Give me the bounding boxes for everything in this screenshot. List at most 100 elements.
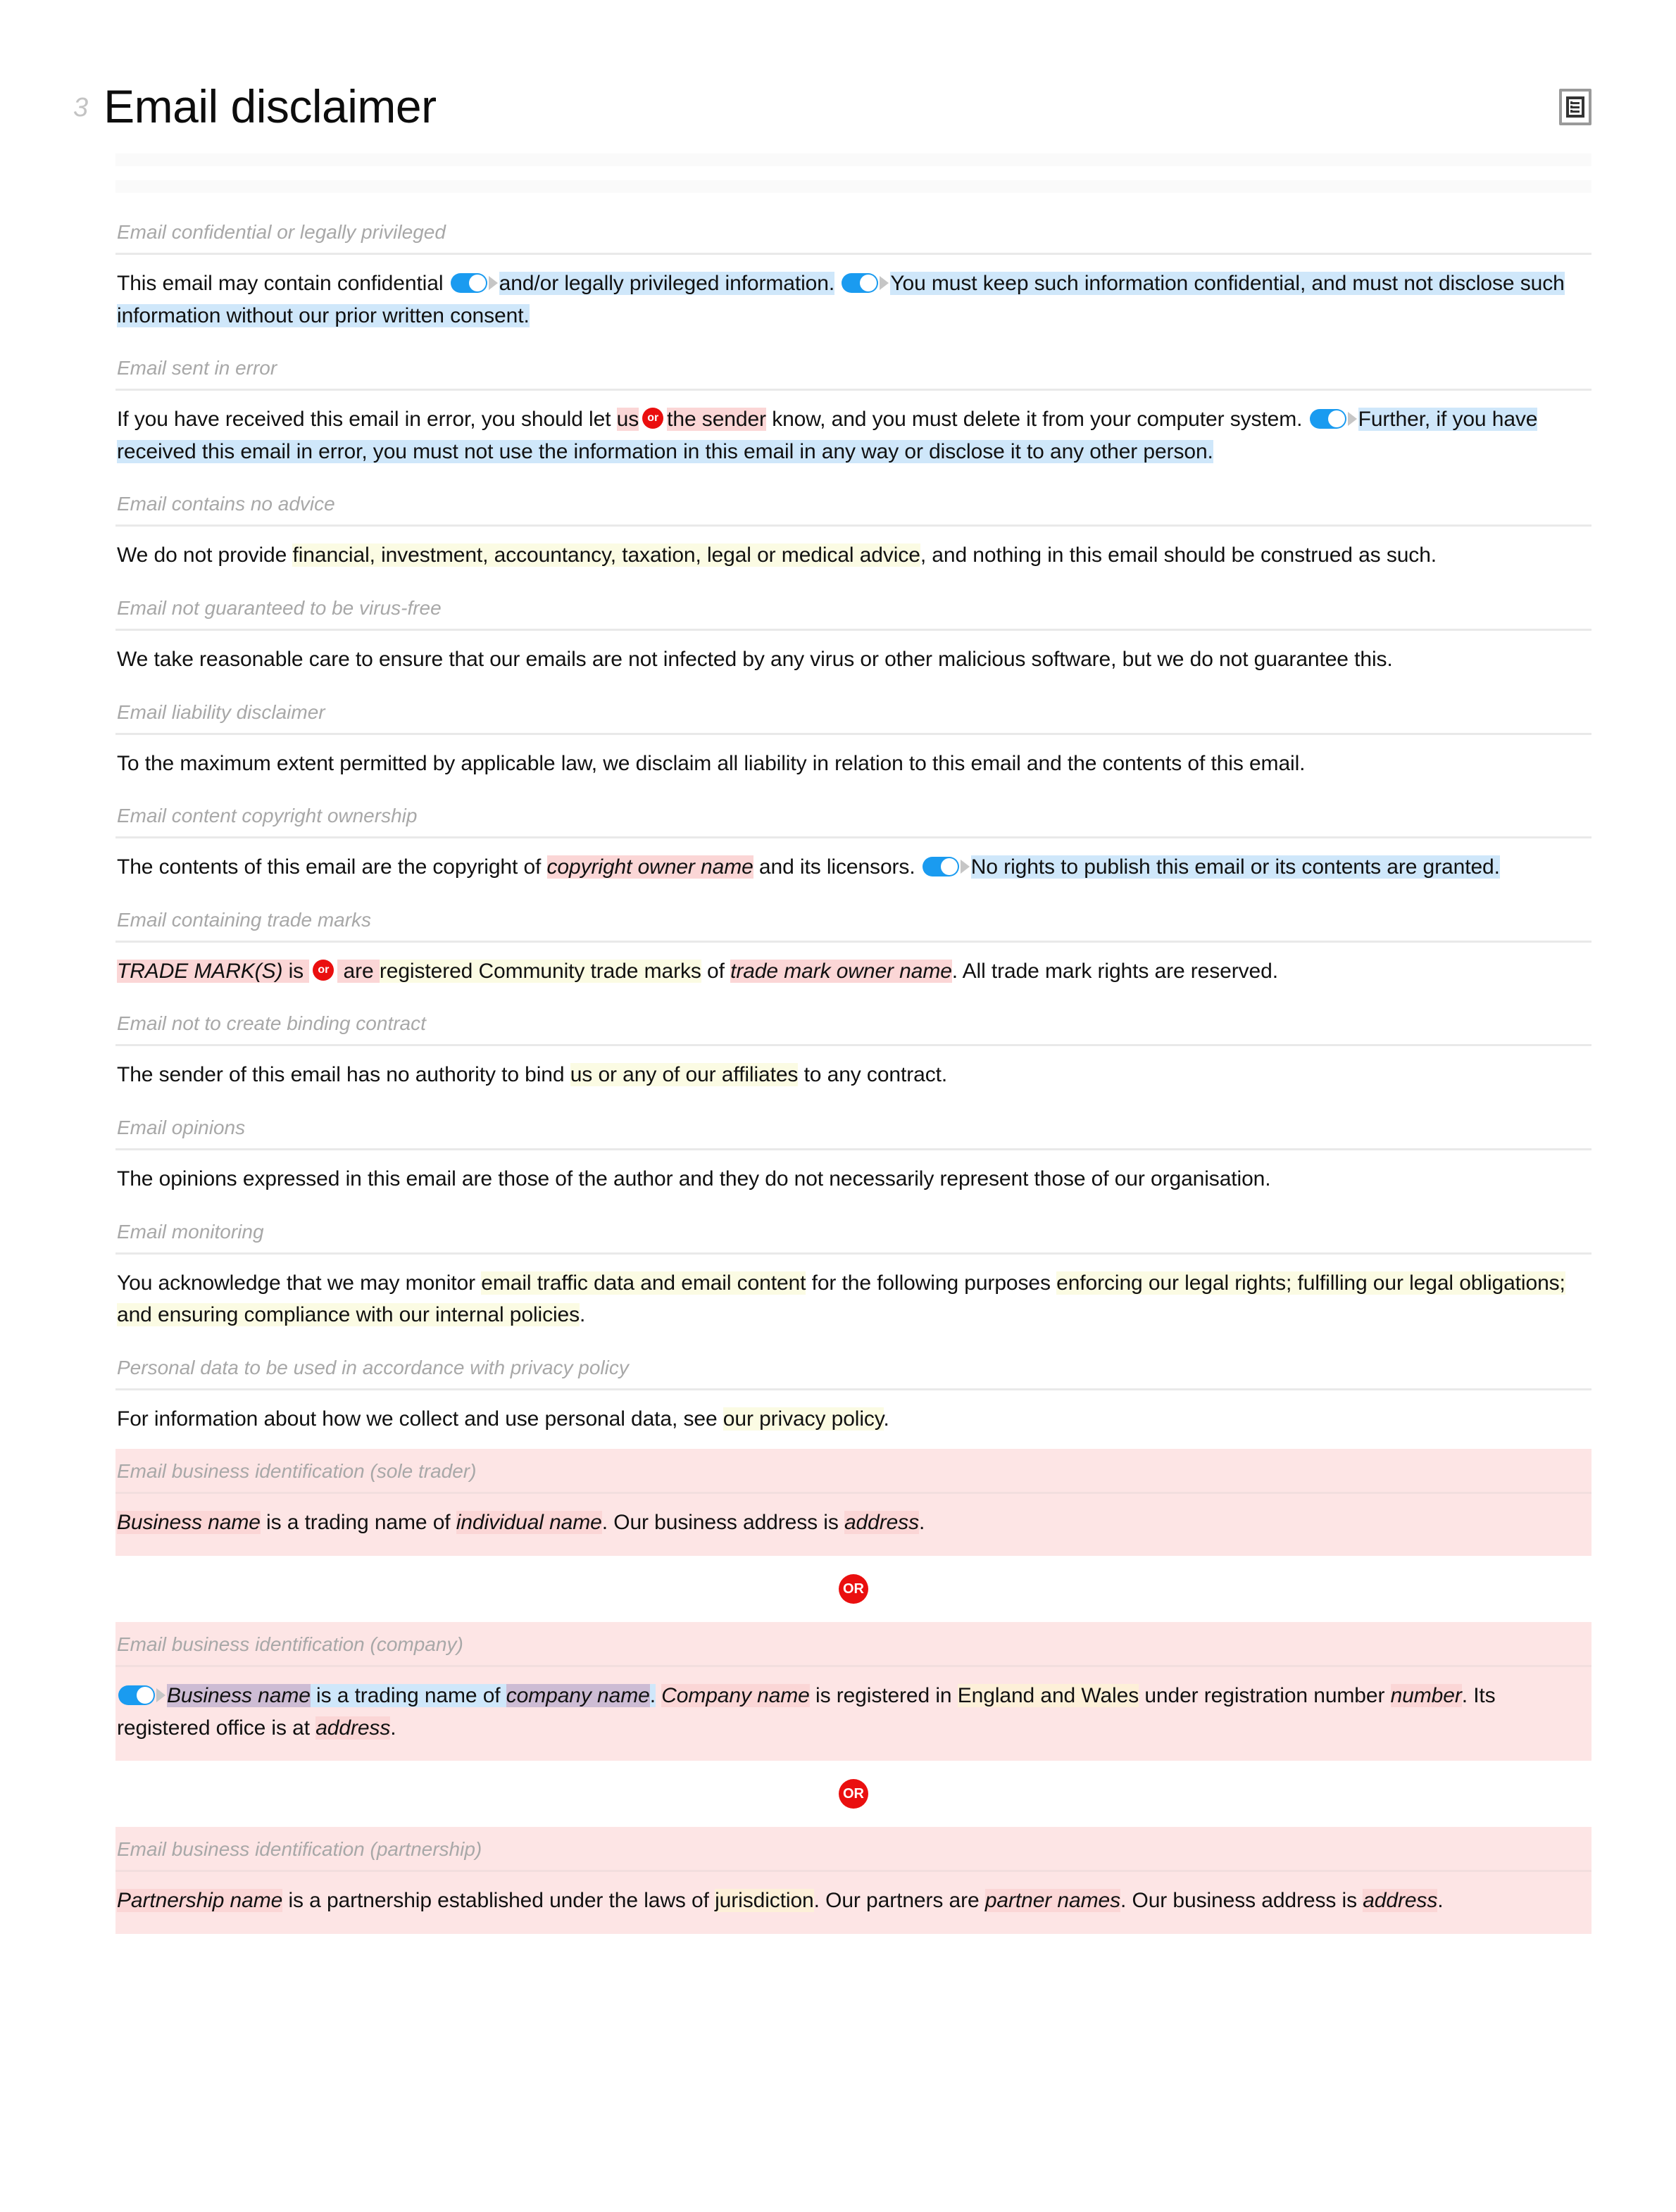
document-list-icon[interactable]	[1559, 89, 1591, 125]
section-heading: Email content copyright ownership	[117, 805, 418, 827]
static-text: .	[883, 1407, 889, 1431]
chevron-right-icon	[960, 860, 970, 874]
placeholder-text[interactable]: TRADE MARK(S)	[117, 959, 282, 983]
placeholder-text[interactable]: Company name	[661, 1683, 810, 1707]
clause-section: Personal data to be used in accordance w…	[115, 1345, 1591, 1450]
section-heading: Email business identification (partnersh…	[117, 1838, 482, 1861]
toggle-switch[interactable]	[922, 857, 959, 877]
static-text: .	[1437, 1889, 1444, 1913]
clause-paragraph: We take reasonable care to ensure that o…	[115, 631, 1591, 690]
static-text: , and nothing in this email should be co…	[920, 543, 1437, 567]
document-list-icon-glyph	[1566, 96, 1584, 118]
toggle-switch[interactable]	[450, 273, 487, 294]
static-text: . All trade mark rights are reserved.	[951, 959, 1278, 983]
static-text: . Our partners are	[813, 1889, 985, 1913]
or-badge[interactable]: or	[642, 408, 664, 429]
or-badge[interactable]: or	[313, 959, 334, 981]
clause-paragraph: TRADE MARK(S) is or are registered Commu…	[115, 943, 1591, 1002]
static-text: If you have received this email in error…	[117, 408, 617, 432]
optional-text[interactable]: is a trading name of	[310, 1683, 506, 1707]
clause-section: Email confidential or legally privileged…	[115, 210, 1591, 346]
section-heading: Email sent in error	[117, 357, 277, 379]
clause-paragraph: The sender of this email has no authorit…	[115, 1046, 1591, 1105]
clause-paragraph: You acknowledge that we may monitor emai…	[115, 1255, 1591, 1345]
optional-text[interactable]: and/or legally privileged information.	[499, 272, 834, 295]
clause-section: Email content copyright ownership The con…	[115, 793, 1591, 898]
placeholder-text[interactable]: individual name	[456, 1511, 602, 1535]
variable-text[interactable]: are	[337, 959, 380, 983]
section-heading: Email opinions	[117, 1116, 246, 1138]
variable-text[interactable]: is	[282, 959, 310, 983]
clause-section: Email business identification (company) B…	[115, 1622, 1591, 1754]
option-list-text[interactable]: registered Community trade marks	[379, 959, 701, 983]
optional-clause-toggle[interactable]	[842, 273, 889, 294]
option-list-text[interactable]: financial, investment, accountancy, taxa…	[292, 543, 920, 567]
clause-paragraph: Partnership name is a partnership establ…	[115, 1872, 1591, 1927]
variable-text[interactable]: us	[616, 408, 639, 432]
option-list-text[interactable]: email traffic data and email content	[481, 1271, 806, 1295]
clause-section: Email liability disclaimer To the maximum…	[115, 690, 1591, 794]
placeholder-text[interactable]: copyright owner name	[546, 855, 753, 879]
section-heading: Email monitoring	[117, 1220, 264, 1243]
section-heading: Email contains no advice	[117, 493, 335, 515]
placeholder-text[interactable]: Partnership name	[117, 1889, 282, 1913]
static-text: know, and you must delete it from your c…	[765, 408, 1308, 432]
static-text: The contents of this email are the copyr…	[117, 855, 547, 879]
static-text: .	[390, 1716, 396, 1740]
toggle-switch[interactable]	[118, 1685, 155, 1705]
static-text: To the maximum extent permitted by appli…	[117, 751, 1306, 775]
clause-section: Email containing trade marks TRADE MARK(S…	[115, 898, 1591, 1002]
header-bar	[115, 180, 1591, 193]
optional-clause-toggle[interactable]	[922, 857, 970, 877]
clause-paragraph: Business name is a trading name of indiv…	[115, 1494, 1591, 1549]
chevron-right-icon	[1347, 412, 1357, 427]
header-bar	[115, 153, 1591, 166]
or-badge-large[interactable]: OR	[839, 1573, 868, 1604]
placeholder-text[interactable]: trade mark owner name	[730, 959, 952, 983]
alternatives-container: Email business identification (sole trad…	[115, 1449, 1591, 1934]
static-text: . Our business address is	[1120, 1889, 1363, 1913]
variable-text[interactable]: the sender	[667, 408, 766, 432]
option-list-text[interactable]: us or any of our affiliates	[570, 1063, 798, 1087]
alternative-clause-block: Email business identification (sole trad…	[115, 1449, 1591, 1556]
or-badge-large[interactable]: OR	[839, 1779, 868, 1809]
chevron-right-icon	[488, 276, 498, 291]
placeholder-text[interactable]: Business name	[117, 1511, 261, 1535]
page-title: Email disclaimer	[104, 80, 437, 132]
optional-placeholder-text[interactable]: Business name	[167, 1683, 311, 1707]
static-text: and its licensors.	[753, 855, 921, 879]
optional-placeholder-text[interactable]: company name	[506, 1683, 650, 1707]
placeholder-text[interactable]: number	[1390, 1683, 1462, 1707]
toggle-switch[interactable]	[1309, 409, 1346, 429]
optional-clause-toggle[interactable]	[1309, 409, 1357, 429]
clause-section: Email opinions The opinions expressed in …	[115, 1105, 1591, 1209]
toggle-switch[interactable]	[842, 273, 879, 294]
section-heading: Email liability disclaimer	[117, 700, 325, 723]
placeholder-text[interactable]: address	[1363, 1889, 1437, 1913]
optional-text[interactable]: No rights to publish this email or its c…	[970, 855, 1500, 879]
option-list-text[interactable]: jurisdiction	[715, 1889, 814, 1913]
option-list-text[interactable]: our privacy policy	[723, 1407, 884, 1431]
optional-text[interactable]: .	[649, 1683, 656, 1707]
header-placeholder-bars	[115, 153, 1591, 193]
static-text: You acknowledge that we may monitor	[117, 1271, 482, 1295]
clause-section: Email not guaranteed to be virus-free We …	[115, 586, 1591, 690]
placeholder-text[interactable]: partner names	[984, 1889, 1120, 1913]
sections-container: Email confidential or legally privileged…	[115, 210, 1591, 1449]
or-separator: OR	[115, 1556, 1591, 1622]
static-text: under registration number	[1139, 1683, 1391, 1707]
icon-line	[1570, 109, 1580, 113]
placeholder-text[interactable]: address	[315, 1716, 390, 1740]
option-list-text[interactable]: England and Wales	[957, 1683, 1139, 1707]
alternative-clause-block: Email business identification (company) B…	[115, 1621, 1591, 1761]
static-text: This email may contain confidential	[117, 272, 449, 295]
section-heading: Email business identification (company)	[117, 1633, 463, 1655]
optional-clause-toggle[interactable]	[450, 273, 498, 294]
optional-clause-toggle[interactable]	[118, 1685, 165, 1705]
chevron-right-icon	[880, 276, 889, 291]
clause-paragraph: For information about how we collect and…	[115, 1390, 1591, 1450]
section-heading: Email not to create binding contract	[117, 1012, 426, 1035]
clause-paragraph: To the maximum extent permitted by appli…	[115, 735, 1591, 794]
placeholder-text[interactable]: address	[844, 1511, 919, 1535]
clause-paragraph: This email may contain confidential and/…	[115, 255, 1591, 346]
